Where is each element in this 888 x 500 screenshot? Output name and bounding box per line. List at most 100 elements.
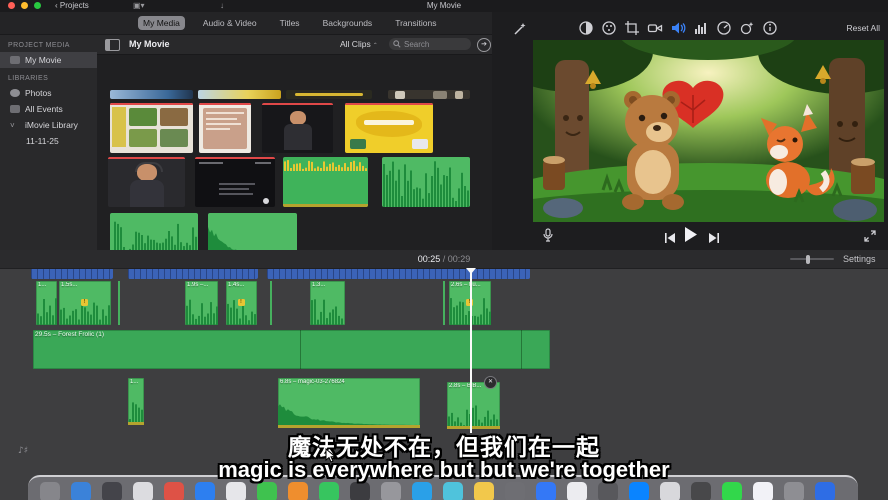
timeline-audio-clip[interactable]: 2.8s – BiB... [447,382,500,429]
dock-app-icon[interactable] [505,482,525,500]
tool-color-balance-icon[interactable] [578,20,594,41]
tab-titles[interactable]: Titles [275,16,305,30]
dock-app-icon[interactable] [71,482,91,500]
media-thumbnail-terminal[interactable] [195,157,275,207]
sidebar-item-photos[interactable]: Photos [0,85,97,101]
search-input[interactable]: Search [389,38,471,50]
timeline-audio-clip[interactable]: 6.8s – magic-03-276824 [278,378,420,428]
clip-divider [521,330,522,369]
dock-app-icon[interactable] [40,482,60,500]
clip-label: 1... [38,282,46,288]
dock-app-icon[interactable] [319,482,339,500]
sidebar-toggle-icon[interactable] [105,39,120,51]
sidebar-item-all-events[interactable]: All Events [0,101,97,117]
background-music-bar[interactable] [31,268,113,279]
timeline-music-clip[interactable]: 29.5s – Forest Frolic (1) [33,330,550,369]
media-thumbnail-strip-blue[interactable] [110,90,193,99]
dock-app-icon[interactable] [412,482,432,500]
enhance-wand-icon[interactable] [512,21,528,37]
skip-back-button[interactable] [664,230,676,248]
slider-thumb[interactable] [806,255,810,264]
clip-play-filter-button[interactable]: ➔ [477,38,491,52]
tool-volume-icon[interactable] [670,20,686,41]
tool-noise-reduction-icon[interactable] [693,20,709,41]
mouse-cursor [325,448,336,463]
mute-badge-icon[interactable]: ✕ [484,376,497,389]
dock-app-icon[interactable] [660,482,680,500]
clip-label: 1.4s... [228,282,244,288]
media-thumbnail-strip-figures[interactable] [388,90,470,99]
media-thumbnail-audio-top[interactable] [283,157,368,207]
dock-app-icon[interactable] [226,482,246,500]
clip-label: 29.5s – Forest Frolic (1) [35,331,104,338]
media-thumbnail-audio-decay[interactable] [208,213,297,250]
timeline-video-clip[interactable]: 1.9s –... [185,281,218,325]
sidebar-item-11-11-25[interactable]: 11-11-25 [0,133,97,149]
skip-forward-button[interactable] [708,230,720,248]
clip-label: 1.5s... [61,282,77,288]
dock-app-icon[interactable] [598,482,618,500]
dock-app-icon[interactable] [350,482,370,500]
timeline-video-clip[interactable]: 1... [36,281,57,325]
media-thumbnail-person2[interactable] [108,157,185,207]
fullscreen-icon[interactable] [864,229,876,247]
media-thumbnail-strip-dark[interactable] [286,90,372,99]
media-thumbnail-audio-spikes[interactable] [382,157,470,207]
tool-crop-icon[interactable] [624,20,640,41]
dock-app-icon[interactable] [474,482,494,500]
media-thumbnail-webpage[interactable] [110,103,193,153]
libraries-header: LIBRARIES [0,68,97,85]
timeline-audio-clip[interactable]: 1... [128,378,144,425]
tool-info-icon[interactable] [762,20,778,41]
dock-app-icon[interactable] [691,482,711,500]
background-music-bar[interactable] [128,268,258,279]
tab-audio-video[interactable]: Audio & Video [198,16,262,30]
all-events-icon [10,105,20,113]
tab-my-media[interactable]: My Media [138,16,185,30]
clip-label: 6.8s – magic-03-276824 [280,379,345,385]
tool-color-palette-icon[interactable] [601,20,617,41]
clip-connector [443,281,445,325]
dock-app-icon[interactable] [257,482,277,500]
tab-transitions[interactable]: Transitions [390,16,441,30]
dock-app-icon[interactable] [753,482,773,500]
sidebar-item-my-movie[interactable]: My Movie [0,52,97,68]
dock-app-icon[interactable] [133,482,153,500]
playhead-line[interactable] [470,268,472,433]
timeline-zoom-slider[interactable] [790,258,834,260]
dock-app-icon[interactable] [567,482,587,500]
tab-backgrounds[interactable]: Backgrounds [318,16,378,30]
sidebar-item-imovie-library[interactable]: ˅iMovie Library [0,117,97,133]
background-music-bar[interactable] [267,268,530,279]
dock-app-icon[interactable] [288,482,308,500]
dock-app-icon[interactable] [784,482,804,500]
microphone-icon[interactable] [542,228,554,247]
dock-app-icon[interactable] [195,482,215,500]
play-button[interactable] [684,227,698,247]
timeline-video-clip[interactable]: 1.4s...! [226,281,257,325]
media-thumbnail-notes[interactable] [199,103,251,153]
media-thumbnail-person[interactable] [262,103,333,153]
dock-app-icon[interactable] [629,482,649,500]
clip-filter-dropdown[interactable]: All Clips⌃ [340,39,378,49]
tool-speed-icon[interactable] [716,20,732,41]
tool-stabilization-icon[interactable] [647,20,663,41]
transport-bar [492,224,888,250]
dock-app-icon[interactable] [164,482,184,500]
dock-app-icon[interactable] [381,482,401,500]
media-thumbnail-audio-wave[interactable] [110,213,198,250]
media-thumbnail-promo[interactable] [345,103,433,153]
clip-label: 2.6s – Lu... [451,282,481,288]
timeline-settings-button[interactable]: Settings [843,254,876,264]
dock-app-icon[interactable] [815,482,835,500]
dock-app-icon[interactable] [722,482,742,500]
warning-badge-icon: ! [238,299,245,306]
media-thumbnail-strip-blueyellow[interactable] [198,90,281,99]
timeline-video-clip[interactable]: 1.5s...! [59,281,111,325]
reset-all-button[interactable]: Reset All [846,23,880,33]
dock-app-icon[interactable] [443,482,463,500]
timeline-video-clip[interactable]: 1.3... [310,281,345,325]
dock-app-icon[interactable] [536,482,556,500]
dock-app-icon[interactable] [102,482,122,500]
tool-effects-icon[interactable] [739,20,755,41]
